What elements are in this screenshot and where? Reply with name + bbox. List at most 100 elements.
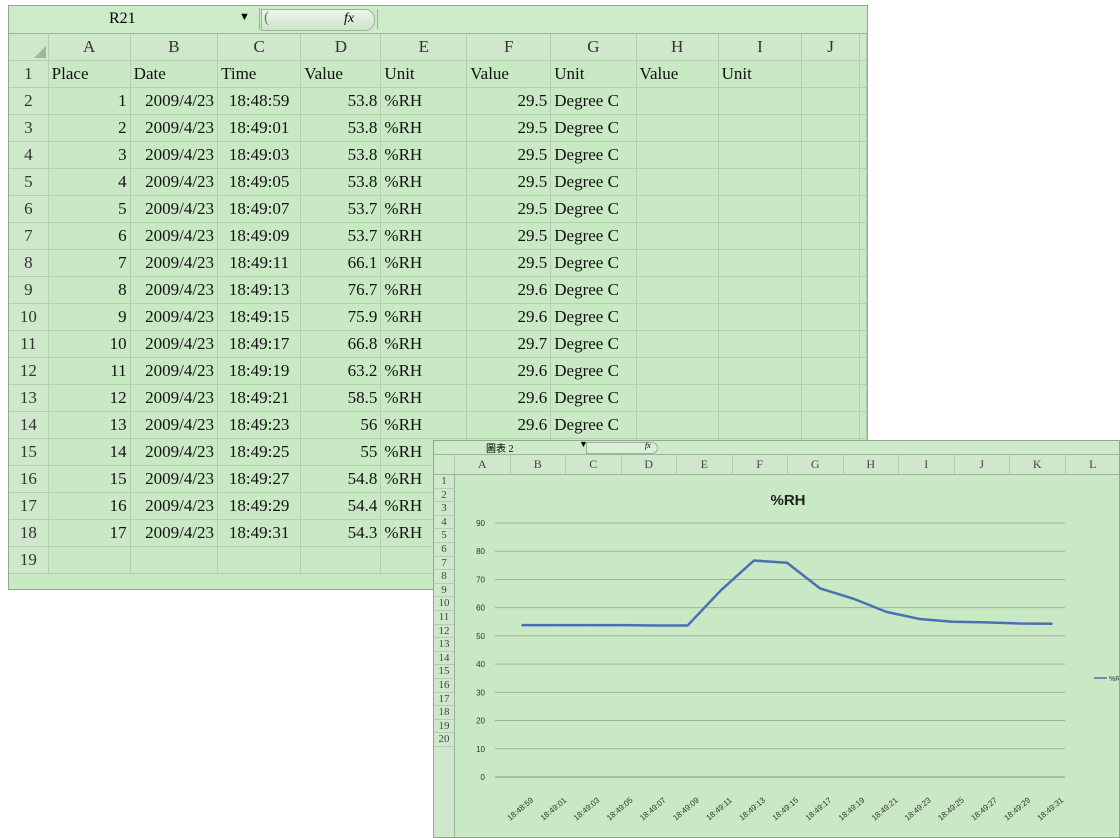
cell[interactable]: 18:49:09 <box>217 222 302 251</box>
column-header-d[interactable]: D <box>300 34 382 62</box>
cell[interactable]: 2009/4/23 <box>130 519 219 548</box>
cell[interactable]: 2009/4/23 <box>130 438 219 467</box>
cell[interactable]: 2009/4/23 <box>130 168 219 197</box>
cell[interactable]: Time <box>217 60 302 89</box>
formula-expand-icon[interactable]: ( <box>264 9 269 27</box>
cell[interactable] <box>300 546 382 575</box>
cell[interactable] <box>801 411 860 440</box>
cell[interactable]: Unit <box>380 60 468 89</box>
cell[interactable]: 29.5 <box>466 114 552 143</box>
row-header[interactable]: 6 <box>9 195 49 224</box>
cell[interactable]: %RH <box>380 303 468 332</box>
chevron-down-icon[interactable]: ▼ <box>239 11 250 23</box>
cell[interactable]: 5 <box>48 195 131 224</box>
cell[interactable]: Degree C <box>550 195 637 224</box>
cell[interactable]: 2009/4/23 <box>130 357 219 386</box>
row-header[interactable]: 5 <box>434 529 454 543</box>
cell[interactable]: %RH <box>380 141 468 170</box>
row-header[interactable]: 9 <box>9 276 49 305</box>
cell[interactable]: 29.7 <box>466 330 552 359</box>
cell[interactable]: 29.6 <box>466 384 552 413</box>
cell[interactable]: 18:49:15 <box>217 303 302 332</box>
cell[interactable]: Value <box>300 60 382 89</box>
cell[interactable] <box>859 87 867 116</box>
row-header[interactable]: 4 <box>9 141 49 170</box>
cell[interactable]: 66.1 <box>300 249 382 278</box>
column-header-b[interactable]: B <box>511 455 566 474</box>
cell[interactable]: 18:49:17 <box>217 330 302 359</box>
cell[interactable]: 18:49:27 <box>217 465 302 494</box>
column-header-b[interactable]: B <box>130 34 219 62</box>
row-header[interactable]: 3 <box>434 502 454 516</box>
cell[interactable]: 29.6 <box>466 357 552 386</box>
cell[interactable]: 8 <box>48 276 131 305</box>
cell[interactable]: %RH <box>380 411 468 440</box>
cell[interactable]: 75.9 <box>300 303 382 332</box>
cell[interactable]: Unit <box>718 60 803 89</box>
cell[interactable]: %RH <box>380 87 468 116</box>
cell[interactable] <box>718 411 803 440</box>
cell[interactable] <box>859 303 867 332</box>
cell[interactable] <box>859 168 867 197</box>
cell[interactable]: %RH <box>380 276 468 305</box>
cell[interactable]: 2009/4/23 <box>130 222 219 251</box>
cell[interactable]: 54.4 <box>300 492 382 521</box>
cell[interactable] <box>718 87 803 116</box>
row-header[interactable]: 7 <box>9 222 49 251</box>
cell[interactable]: %RH <box>380 114 468 143</box>
cell[interactable]: 18:49:31 <box>217 519 302 548</box>
column-header-l[interactable]: L <box>1066 455 1120 474</box>
row-header[interactable]: 20 <box>434 733 454 747</box>
column-header-g[interactable]: G <box>550 34 637 62</box>
cell[interactable]: %RH <box>380 357 468 386</box>
cell[interactable]: 53.8 <box>300 114 382 143</box>
cell[interactable] <box>718 141 803 170</box>
name-box-value[interactable]: 圖表 2 <box>486 441 514 455</box>
cell[interactable] <box>718 168 803 197</box>
row-header[interactable]: 3 <box>9 114 49 143</box>
cell[interactable]: 2009/4/23 <box>130 195 219 224</box>
row-header[interactable]: 17 <box>434 693 454 707</box>
cell[interactable]: 53.8 <box>300 87 382 116</box>
cell[interactable] <box>636 222 719 251</box>
cell[interactable] <box>859 357 867 386</box>
cell[interactable] <box>636 195 719 224</box>
cell[interactable] <box>859 60 867 89</box>
cell[interactable]: Unit <box>550 60 637 89</box>
cell[interactable]: 18:49:23 <box>217 411 302 440</box>
cell[interactable] <box>801 222 860 251</box>
cell[interactable]: 18:49:29 <box>217 492 302 521</box>
cell[interactable] <box>636 384 719 413</box>
cell[interactable] <box>636 87 719 116</box>
cell[interactable] <box>801 141 860 170</box>
select-all-corner[interactable] <box>434 455 455 474</box>
column-header-i[interactable]: I <box>718 34 803 62</box>
cell[interactable]: Degree C <box>550 303 637 332</box>
cell[interactable] <box>801 330 860 359</box>
cell[interactable] <box>636 249 719 278</box>
cell[interactable]: 18:49:25 <box>217 438 302 467</box>
row-header[interactable]: 11 <box>434 611 454 625</box>
cell[interactable] <box>801 276 860 305</box>
cell[interactable] <box>718 384 803 413</box>
row-header[interactable]: 10 <box>434 597 454 611</box>
row-header[interactable]: 19 <box>434 720 454 734</box>
function-icon[interactable]: fx <box>645 441 651 450</box>
cell[interactable]: 2009/4/23 <box>130 384 219 413</box>
column-header-e[interactable]: E <box>380 34 468 62</box>
cell[interactable]: 18:49:01 <box>217 114 302 143</box>
column-header-h[interactable]: H <box>844 455 899 474</box>
row-header[interactable]: 16 <box>9 465 49 494</box>
row-header[interactable]: 10 <box>9 303 49 332</box>
cell[interactable]: 18:48:59 <box>217 87 302 116</box>
row-header[interactable]: 8 <box>9 249 49 278</box>
cell[interactable]: Degree C <box>550 330 637 359</box>
cell[interactable] <box>859 330 867 359</box>
cell[interactable] <box>859 411 867 440</box>
cell[interactable]: 2009/4/23 <box>130 249 219 278</box>
cell[interactable] <box>859 249 867 278</box>
column-header-i[interactable]: I <box>899 455 955 474</box>
row-header[interactable]: 13 <box>434 638 454 652</box>
cell[interactable] <box>801 87 860 116</box>
cell[interactable]: 18:49:21 <box>217 384 302 413</box>
